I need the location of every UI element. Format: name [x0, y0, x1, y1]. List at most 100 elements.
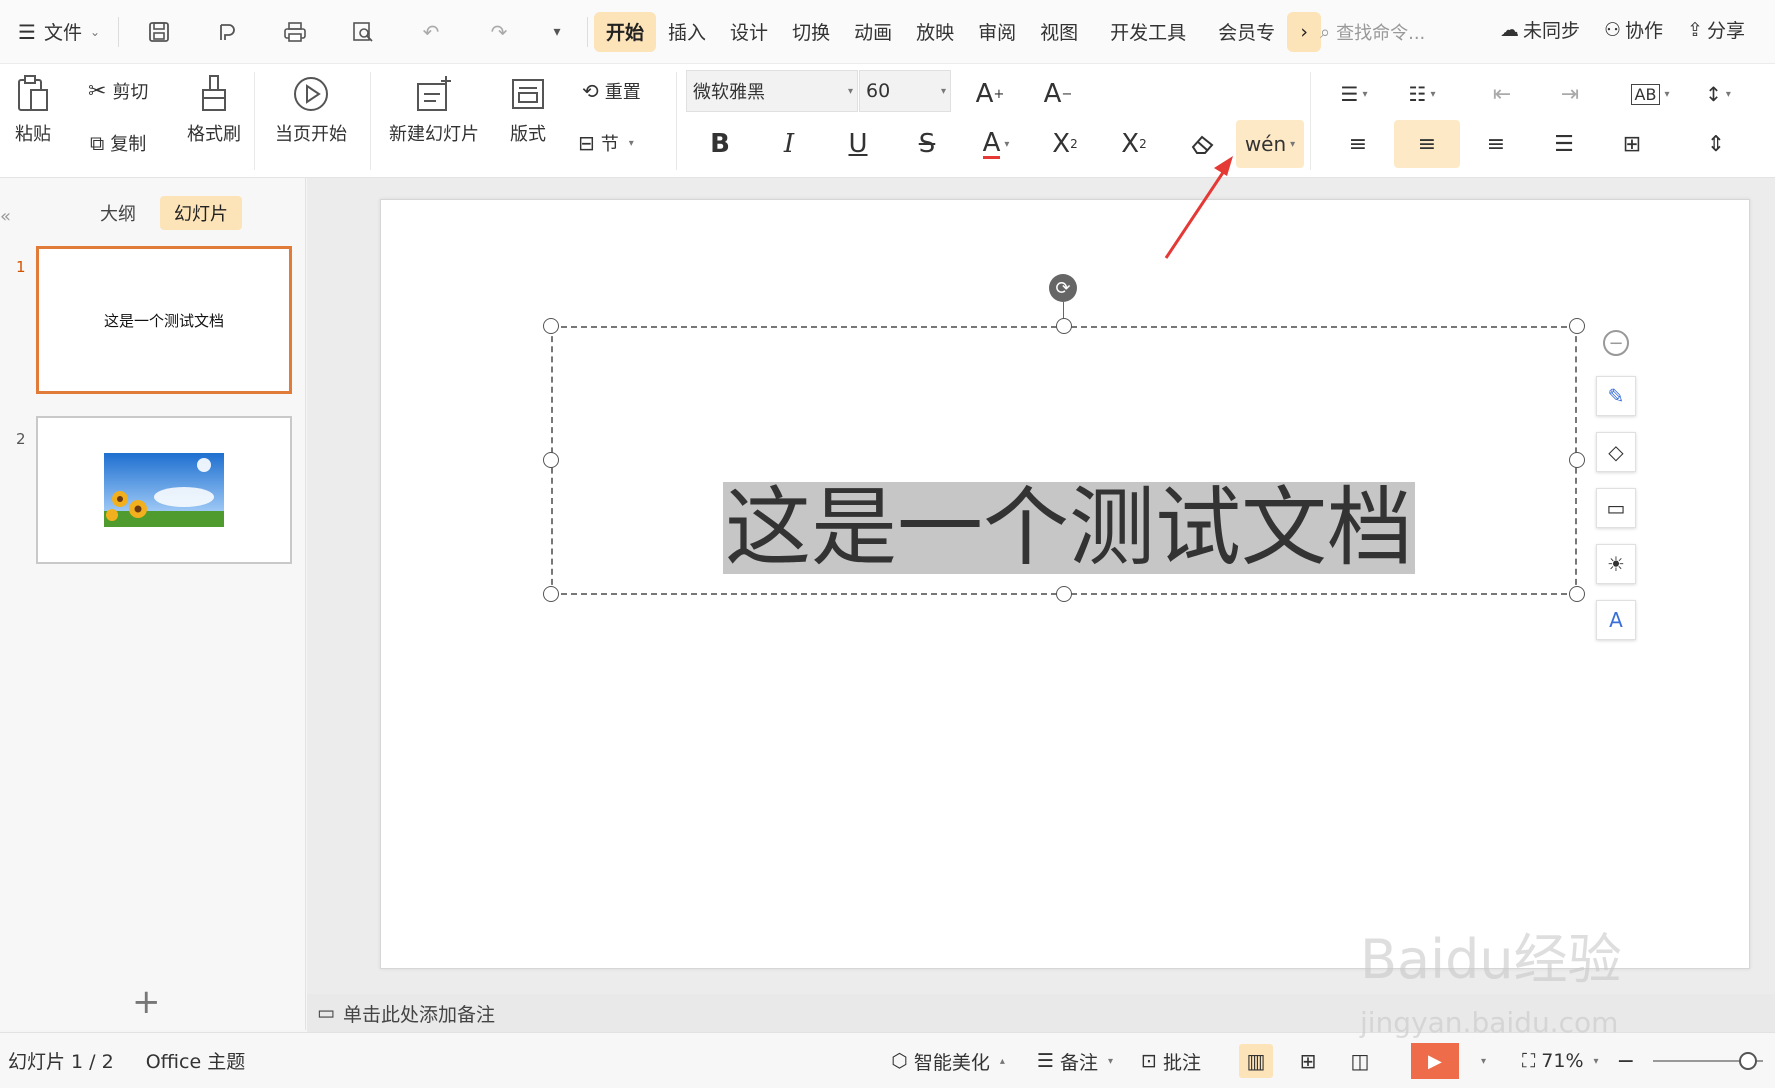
align-left-button[interactable]: ≡ [1334, 120, 1382, 168]
customize-toolbar-icon[interactable]: ▾ [539, 14, 575, 50]
tab-animations[interactable]: 动画 [842, 12, 904, 52]
divider [254, 72, 255, 170]
collab-button[interactable]: ⚇ 协作 [1604, 16, 1663, 43]
font-family-select[interactable]: 微软雅黑 ▾ [686, 70, 858, 112]
slide-counter: 幻灯片 1 / 2 [8, 1051, 114, 1073]
tab-transitions[interactable]: 切换 [780, 12, 842, 52]
zoom-slider[interactable] [1653, 1052, 1763, 1070]
reading-view-icon[interactable]: ◫ [1343, 1044, 1377, 1078]
chevron-down-icon: ▾ [1290, 138, 1296, 150]
lightbulb-icon[interactable]: ☀ [1596, 544, 1636, 584]
divider [118, 16, 120, 47]
resize-handle[interactable] [1056, 318, 1072, 334]
zoom-out-icon[interactable]: − [1617, 1049, 1635, 1074]
start-current-slide-button[interactable]: 当页开始 [268, 74, 354, 146]
paste-button[interactable]: 粘贴 [8, 74, 58, 146]
notes-button[interactable]: ☰ 备注 ▾ [1037, 1048, 1113, 1075]
strikethrough-button[interactable]: S [903, 120, 951, 168]
resize-handle[interactable] [1056, 586, 1072, 602]
decrease-font-button[interactable]: A − [1034, 70, 1082, 118]
distribute-button[interactable]: ⊞ [1608, 120, 1656, 168]
chevron-down-icon[interactable]: ▾ [1481, 1056, 1486, 1067]
notes-label: 备注 [1059, 1051, 1098, 1074]
smart-beautify-button[interactable]: ⬡ 智能美化 ▴ [891, 1048, 1005, 1075]
resize-handle[interactable] [543, 452, 559, 468]
tab-insert[interactable]: 插入 [656, 12, 718, 52]
tab-review[interactable]: 审阅 [966, 12, 1028, 52]
rotate-handle-icon[interactable]: ⟳ [1049, 274, 1077, 302]
more-tabs-button[interactable]: › [1287, 11, 1322, 52]
slide-thumbnail[interactable] [36, 416, 292, 564]
underline-button[interactable]: U [834, 120, 882, 168]
slide-thumbnail[interactable]: 这是一个测试文档 [36, 246, 292, 394]
align-right-button[interactable]: ≡ [1472, 120, 1520, 168]
print-icon[interactable] [277, 14, 313, 50]
cut-button[interactable]: ✂ 剪切 [88, 78, 148, 104]
align-center-button[interactable]: ≡ [1394, 120, 1460, 168]
subscript-button[interactable]: X2 [1110, 120, 1158, 168]
slide-title-text[interactable]: 这是一个测试文档 [723, 482, 1415, 574]
tab-slideshow[interactable]: 放映 [904, 12, 966, 52]
tab-view[interactable]: 视图 [1028, 12, 1090, 52]
tab-outline[interactable]: 大纲 [86, 196, 150, 230]
resize-handle[interactable] [1569, 452, 1585, 468]
increase-indent-button[interactable]: ⇥ [1546, 70, 1594, 118]
superscript-button[interactable]: X2 [1041, 120, 1089, 168]
command-search[interactable]: ⌕ 查找命令... [1320, 16, 1460, 48]
zoom-slider-knob[interactable] [1739, 1052, 1757, 1070]
print-preview-icon[interactable] [345, 14, 381, 50]
add-slide-button[interactable]: + [132, 982, 161, 1022]
bullets-button[interactable]: ☰ ▾ [1330, 70, 1378, 118]
bold-button[interactable]: B [696, 120, 744, 168]
collapse-toolbar-icon[interactable]: − [1603, 330, 1629, 356]
layout-button[interactable]: 版式 [500, 74, 556, 146]
tab-design[interactable]: 设计 [718, 12, 780, 52]
resize-handle[interactable] [1569, 586, 1585, 602]
resize-handle[interactable] [543, 318, 559, 334]
output-icon[interactable] [209, 14, 245, 50]
theme-name[interactable]: Office 主题 [146, 1047, 246, 1074]
pen-icon[interactable]: ✎ [1596, 376, 1636, 416]
fill-icon[interactable]: ◇ [1596, 432, 1636, 472]
decrease-indent-button[interactable]: ⇤ [1478, 70, 1526, 118]
numbering-button[interactable]: ☷ ▾ [1398, 70, 1446, 118]
phonetic-guide-button[interactable]: wén ▾ [1236, 120, 1304, 168]
cube-icon: ⬡ [891, 1050, 908, 1072]
reset-button[interactable]: ⟲ 重置 [582, 78, 641, 104]
scissors-icon: ✂ [88, 78, 107, 104]
line-spacing-sort-button[interactable]: ↕ ▾ [1694, 70, 1742, 118]
line-spacing-button[interactable]: ⇕ [1692, 120, 1740, 168]
resize-handle[interactable] [543, 586, 559, 602]
justify-button[interactable]: ☰ [1540, 120, 1588, 168]
resize-handle[interactable] [1569, 318, 1585, 334]
tab-slides[interactable]: 幻灯片 [160, 196, 242, 230]
save-icon[interactable] [141, 14, 177, 50]
share-button[interactable]: ⇪ 分享 [1687, 16, 1745, 43]
grid-view-icon[interactable]: ⊞ [1291, 1044, 1325, 1078]
copy-button[interactable]: ⧉ 复制 [90, 130, 146, 156]
new-slide-button[interactable]: 新建幻灯片 [382, 74, 486, 146]
tab-home[interactable]: 开始 [594, 11, 657, 52]
outline-icon[interactable]: ▭ [1596, 488, 1636, 528]
normal-view-icon[interactable]: ▥ [1238, 1044, 1273, 1078]
font-size-select[interactable]: 60 ▾ [859, 70, 951, 112]
format-painter-button[interactable]: 格式刷 [184, 74, 244, 146]
comments-button[interactable]: ⊡ 批注 [1141, 1048, 1201, 1075]
redo-icon[interactable]: ↷ [481, 14, 517, 50]
collapse-panel-button[interactable]: « [0, 206, 11, 227]
fit-window-button[interactable]: ⛶ 71% ▾ [1522, 1050, 1599, 1072]
sync-button[interactable]: ☁ 未同步 [1500, 16, 1580, 43]
text-direction-button[interactable]: AB ▾ [1626, 70, 1674, 118]
play-slideshow-button[interactable]: ▶ [1410, 1043, 1459, 1079]
panel-tabs: 大纲 幻灯片 [86, 196, 242, 230]
text-effect-icon[interactable]: A [1596, 600, 1636, 640]
italic-button[interactable]: I [765, 120, 813, 168]
tab-member[interactable]: 会员专 [1206, 12, 1287, 52]
font-color-button[interactable]: A ▾ [972, 120, 1020, 168]
section-button[interactable]: ⊟ 节 ▾ [578, 130, 634, 156]
file-menu[interactable]: ☰ 文件 ⌄ [6, 12, 112, 52]
clear-format-button[interactable] [1179, 120, 1227, 168]
tab-developer[interactable]: 开发工具 [1098, 12, 1198, 52]
increase-font-button[interactable]: A + [966, 70, 1014, 118]
undo-icon[interactable]: ↶ [413, 14, 449, 50]
